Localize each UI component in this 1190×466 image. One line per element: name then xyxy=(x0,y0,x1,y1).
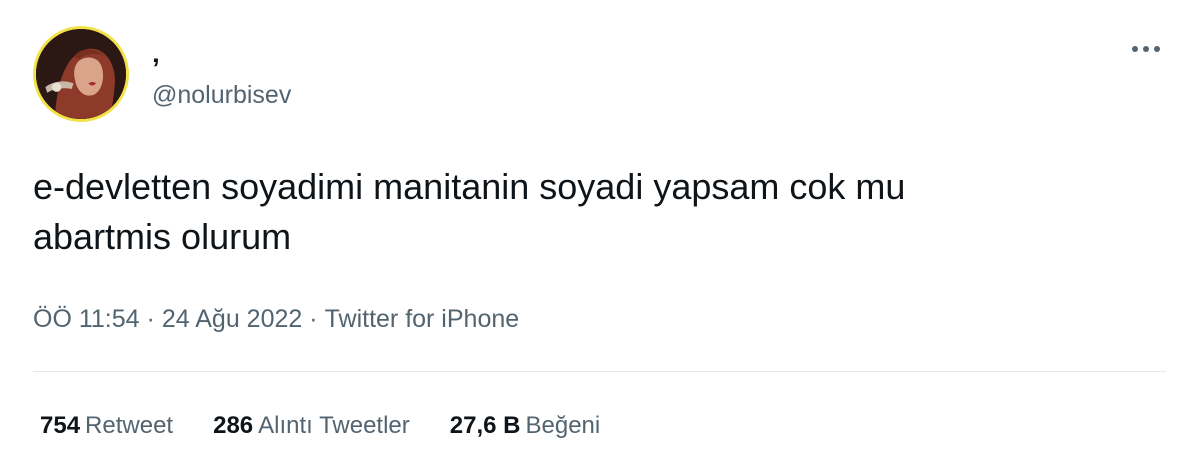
display-name[interactable]: ‚ xyxy=(152,38,160,68)
meta-separator: · xyxy=(146,305,155,333)
meta-separator: · xyxy=(309,305,318,333)
tweet-date[interactable]: 24 Ağu 2022 xyxy=(162,305,302,333)
tweet-meta: ÖÖ 11:54 · 24 Ağu 2022 · Twitter for iPhone xyxy=(33,302,519,336)
profile-photo-icon xyxy=(36,29,126,119)
more-options-icon xyxy=(1132,46,1160,52)
likes-count: 27,6 B xyxy=(449,412,521,439)
user-handle[interactable]: @nolurbisev xyxy=(152,80,291,110)
tweet-source[interactable]: Twitter for iPhone xyxy=(325,305,520,333)
tweet-card: ‚ @nolurbisev e-devletten soyadimi manit… xyxy=(0,0,1190,466)
quotes-label: Alıntı Tweetler xyxy=(258,412,410,439)
likes-label: Beğeni xyxy=(525,412,601,439)
tweet-text: e-devletten soyadimi manitanin soyadi ya… xyxy=(33,166,906,257)
more-options-button[interactable] xyxy=(1124,34,1168,64)
retweets-count: 754 xyxy=(40,412,81,439)
avatar[interactable] xyxy=(33,26,129,122)
retweets-label: Retweet xyxy=(85,412,174,439)
retweets-stat[interactable]: 754 Retweet xyxy=(40,410,173,442)
likes-stat[interactable]: 27,6 B Beğeni xyxy=(450,410,600,442)
divider xyxy=(33,371,1166,372)
tweet-stats: 754 Retweet 286 Alıntı Tweetler 27,6 B Beğe… xyxy=(40,410,600,442)
quotes-count: 286 xyxy=(213,412,254,439)
tweet-time[interactable]: ÖÖ 11:54 xyxy=(33,305,140,333)
quotes-stat[interactable]: 286 Alıntı Tweetler xyxy=(213,410,410,442)
